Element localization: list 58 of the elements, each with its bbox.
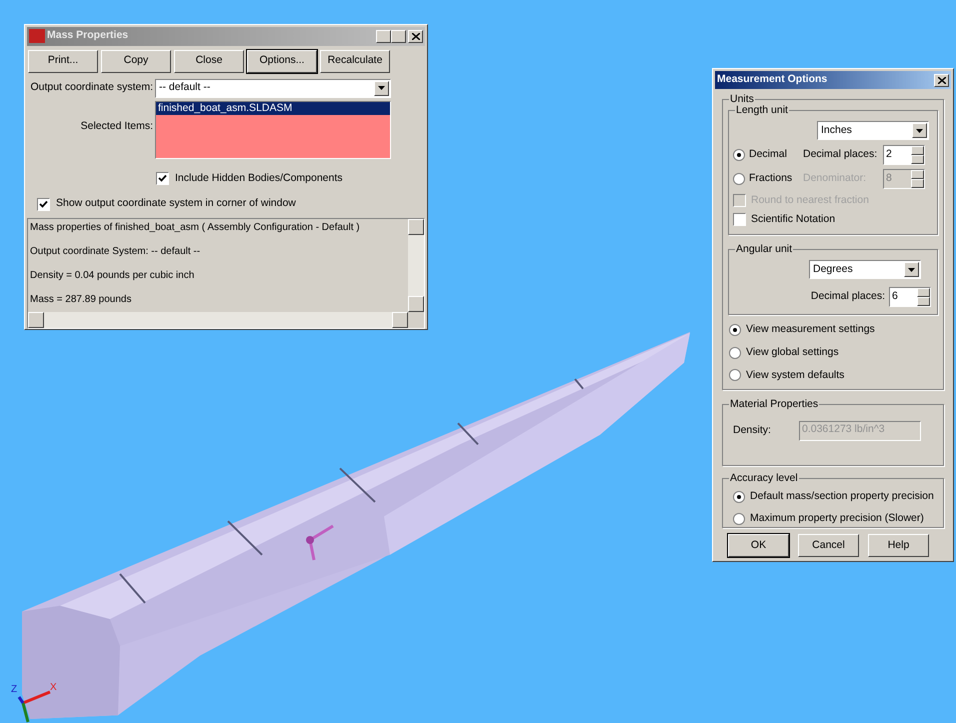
group-title: Accuracy level	[729, 471, 799, 486]
field-label: Output coordinate system:	[29, 80, 154, 96]
close-icon	[412, 32, 420, 40]
radio-label: Default mass/section property precision	[750, 489, 934, 504]
radio-button[interactable]	[729, 324, 741, 336]
axis-triad-drawing: Z X	[8, 678, 58, 723]
radio-button[interactable]	[733, 491, 745, 504]
dropdown-field[interactable]: Degrees	[809, 260, 921, 279]
group-title: Material Properties	[729, 397, 820, 412]
radio-button[interactable]	[729, 369, 741, 382]
checkbox[interactable]	[156, 172, 169, 185]
dialog-button[interactable]: Options...	[247, 50, 317, 72]
radio-label: View global settings	[746, 344, 839, 360]
results-text-area[interactable]: Mass properties of finished_boat_asm ( Assembly Configuration - Default ) Output coordinate System: -- default -- Density = 0.04 pounds per cubic inch Mass = 287.89 pounds	[27, 218, 425, 329]
field-label: Decimal places:	[803, 147, 878, 162]
checkbox[interactable]	[733, 213, 746, 226]
radio-button[interactable]	[733, 149, 745, 161]
dropdown-field[interactable]: Inches	[817, 121, 929, 140]
app-logo-icon	[29, 29, 45, 44]
field-label: Decimal places:	[810, 289, 885, 304]
spin-field[interactable]: 2	[883, 145, 925, 165]
dialog-button[interactable]: OK	[728, 534, 789, 558]
checkbox[interactable]	[37, 198, 50, 211]
checkbox-label: Show output coordinate system in corner of window	[56, 196, 296, 212]
dialog-button[interactable]: Recalculate	[320, 50, 390, 72]
group-title: Angular unit	[735, 242, 794, 256]
list-item[interactable]: finished_boat_asm.SLDASM	[156, 102, 390, 114]
radio-label: Fractions	[749, 171, 794, 186]
radio-label: View system defaults	[746, 368, 844, 382]
dialog-button[interactable]: Print...	[28, 50, 98, 72]
dialog-button[interactable]: Copy	[101, 50, 171, 72]
radio-button[interactable]	[733, 512, 745, 525]
result-line: Output coordinate System: -- default --	[30, 245, 202, 259]
field-label: Selected Items:	[80, 118, 154, 134]
window-title: Mass Properties	[47, 28, 130, 44]
selected-items-list[interactable]: finished_boat_asm.SLDASM	[155, 100, 391, 158]
window-title: Measurement Options	[717, 72, 828, 88]
close-button[interactable]	[408, 30, 423, 43]
checkbox-label: Include Hidden Bodies/Components	[175, 170, 343, 186]
dropdown-field[interactable]: -- default --	[155, 78, 391, 98]
result-line: Density = 0.04 pounds per cubic inch	[30, 269, 196, 283]
result-line: Mass properties of finished_boat_asm ( Assembly Configuration - Default )	[30, 221, 361, 235]
horizontal-scrollbar[interactable]	[28, 312, 408, 328]
result-line: Mass = 287.89 pounds	[30, 293, 132, 307]
vertical-scrollbar[interactable]	[408, 219, 424, 312]
dialog-button[interactable]: Help	[868, 534, 929, 558]
spin-field[interactable]: 6	[889, 287, 931, 307]
checkbox-label: Scientific Notation	[751, 212, 836, 227]
radio-label: Maximum property precision (Slower)	[750, 511, 924, 526]
close-icon	[938, 76, 946, 84]
radio-button[interactable]	[729, 346, 741, 359]
close-button[interactable]	[934, 74, 949, 86]
field-label: Density:	[733, 423, 772, 438]
dialog-button[interactable]: Close	[174, 50, 244, 72]
radio-label: View measurement settings	[746, 322, 875, 337]
radio-label: Decimal	[749, 147, 788, 162]
dialog-button[interactable]: Cancel	[798, 534, 859, 558]
group-title: Length unit	[735, 103, 789, 117]
